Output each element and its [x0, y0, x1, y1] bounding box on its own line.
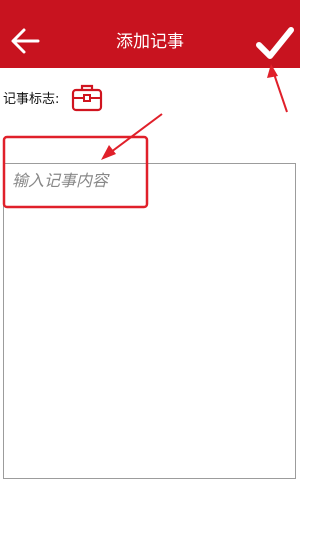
- page-title: 添加记事: [116, 32, 184, 52]
- note-tag-label: 记事标志:: [3, 92, 60, 107]
- note-tag-row: 记事标志:: [0, 82, 300, 112]
- annotation-arrow-to-input: [102, 113, 163, 159]
- annotation-arrowhead-input: [101, 145, 116, 160]
- briefcase-icon[interactable]: [71, 82, 103, 112]
- note-content-input[interactable]: [10, 170, 292, 191]
- top-app-bar: 添加记事: [0, 0, 300, 68]
- note-content-area[interactable]: [3, 163, 296, 479]
- checkmark-icon[interactable]: [256, 26, 294, 62]
